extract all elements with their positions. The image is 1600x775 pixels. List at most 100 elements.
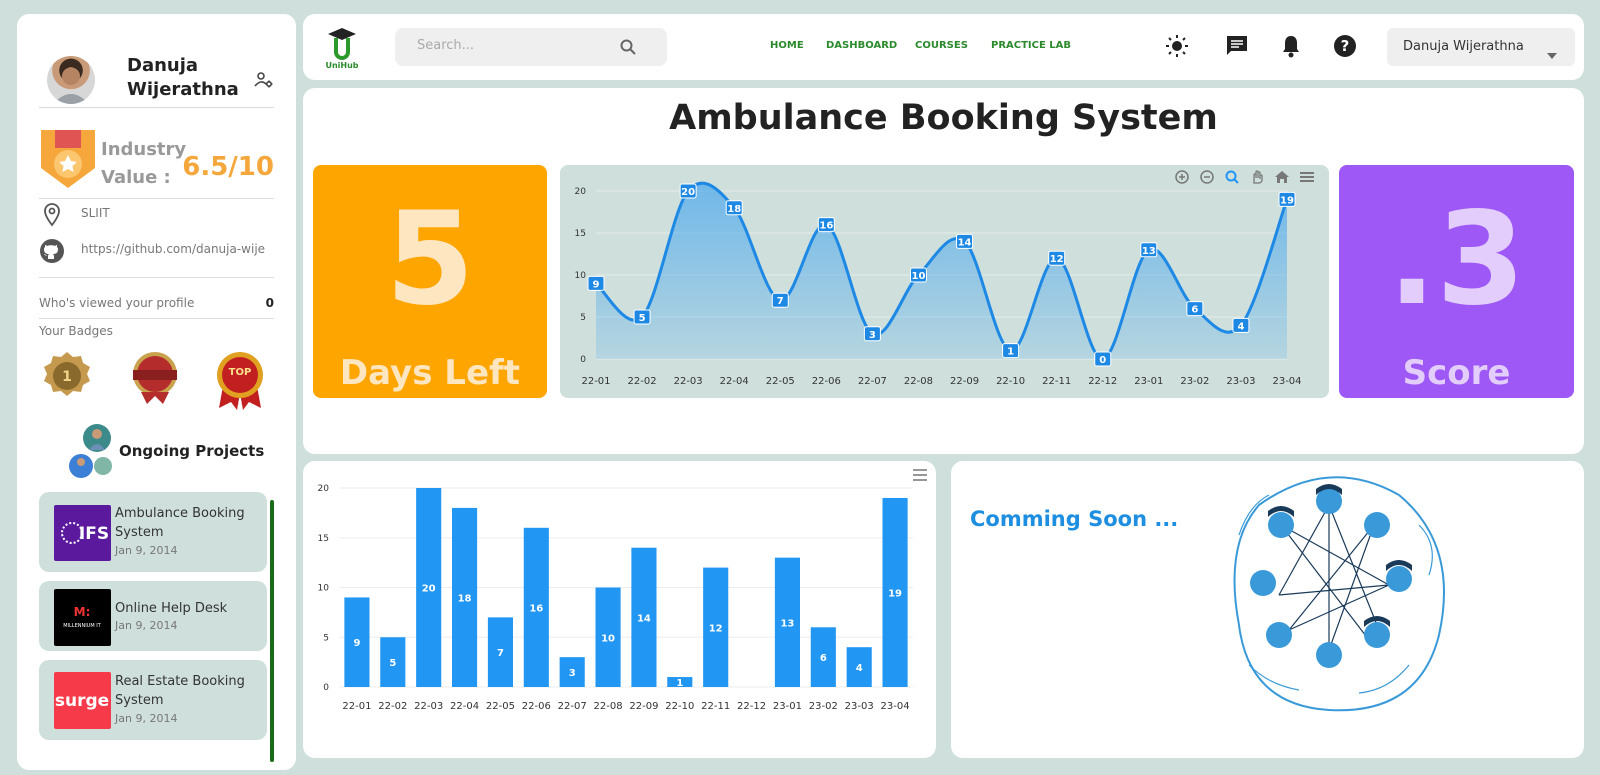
score-value: .3: [1387, 185, 1526, 334]
divider: [39, 277, 274, 278]
x-tick-label: 22-12: [1088, 376, 1117, 387]
nav-practice-lab[interactable]: PRACTICE LAB: [991, 40, 1071, 51]
selection-zoom-icon[interactable]: [1224, 169, 1240, 185]
github-row: https://github.com/danuja-wije: [39, 236, 274, 264]
excellence-badge[interactable]: [129, 350, 185, 412]
search-input[interactable]: [417, 38, 617, 53]
divider: [39, 318, 274, 319]
project-list-scrollbar[interactable]: [270, 500, 274, 762]
y-tick-label: 20: [318, 484, 330, 494]
x-tick-label: 22-05: [486, 701, 515, 712]
bar-label: 16: [529, 603, 543, 614]
bar-label: 14: [637, 613, 651, 624]
data-label: 6: [1191, 305, 1198, 316]
bar-label: 3: [569, 668, 576, 679]
profile-views-count: 0: [265, 296, 274, 310]
x-tick-label: 22-03: [674, 376, 703, 387]
people-network-illustration: [1219, 465, 1455, 715]
profile-views: Who's viewed your profile 0: [39, 296, 274, 310]
project-item-ambulance[interactable]: IFS Ambulance Booking System Jan 9, 2014: [39, 492, 267, 572]
bar-label: 7: [497, 648, 504, 659]
data-label: 7: [777, 296, 784, 307]
top-header: UniHub HOME DASHBOARD COURSES PRACTICE L…: [303, 14, 1584, 80]
project-date: Jan 9, 2014: [115, 712, 178, 725]
x-tick-label: 22-09: [950, 376, 979, 387]
zoom-in-icon[interactable]: [1174, 169, 1190, 185]
bar-label: 18: [458, 593, 472, 604]
nav-dashboard[interactable]: DASHBOARD: [826, 40, 897, 51]
github-link[interactable]: https://github.com/danuja-wije: [81, 242, 271, 256]
zoom-out-icon[interactable]: [1199, 169, 1215, 185]
bell-icon[interactable]: [1279, 34, 1303, 58]
bar-chart-panel: 0 5 10 15 20 9 22-01 5 22-02 20 22-03 18 22-04 7 22-05…: [303, 461, 936, 758]
svg-text:TOP: TOP: [229, 367, 252, 378]
top-service-badge[interactable]: TOP: [213, 350, 269, 412]
chart-menu-icon[interactable]: [912, 467, 928, 481]
millennium-it-logo-text: MILLENNIUM IT: [63, 623, 102, 629]
nav-home[interactable]: HOME: [770, 40, 804, 51]
profile-views-label: Who's viewed your profile: [39, 296, 195, 310]
y-tick-label: 5: [580, 313, 586, 323]
location-pin-icon: [39, 202, 65, 228]
data-label: 16: [819, 221, 833, 232]
bar-chart[interactable]: 0 5 10 15 20 9 22-01 5 22-02 20 22-03 18 22-04 7 22-05…: [303, 461, 936, 758]
y-tick-label: 20: [575, 187, 587, 197]
team-avatars-icon: [67, 422, 115, 480]
score-label: Score: [1402, 353, 1511, 393]
ifs-logo-text: IFS: [79, 524, 109, 544]
nav-courses[interactable]: COURSES: [915, 40, 968, 51]
x-tick-label: 23-04: [881, 701, 910, 712]
x-tick-label: 22-05: [766, 376, 795, 387]
unihub-logo[interactable]: UniHub: [325, 26, 359, 70]
user-gear-icon[interactable]: [254, 70, 274, 90]
location-row: SLIIT: [39, 200, 274, 228]
chart-menu-icon[interactable]: [1299, 169, 1315, 185]
bar-label: 4: [856, 663, 863, 674]
avatar[interactable]: [47, 56, 95, 104]
x-tick-label: 22-07: [858, 376, 887, 387]
chat-icon[interactable]: [1225, 34, 1249, 58]
chart-toolbar: [1170, 169, 1315, 187]
x-tick-label: 23-03: [1226, 376, 1255, 387]
x-tick-label: 22-12: [737, 701, 766, 712]
data-label: 12: [1050, 254, 1064, 265]
x-tick-label: 23-01: [1134, 376, 1163, 387]
area-fill: [596, 183, 1287, 360]
x-tick-label: 22-06: [812, 376, 841, 387]
data-label: 3: [869, 330, 876, 341]
project-item-helpdesk[interactable]: M: MILLENNIUM IT Online Help Desk Jan 9, …: [39, 581, 267, 651]
x-tick-label: 22-04: [720, 376, 749, 387]
x-tick-label: 22-03: [414, 701, 443, 712]
help-icon[interactable]: ?: [1333, 34, 1357, 58]
x-tick-label: 23-04: [1272, 376, 1301, 387]
project-item-real-estate[interactable]: surge Real Estate Booking System Jan 9, …: [39, 660, 267, 740]
project-name: Real Estate Booking System: [115, 674, 245, 708]
user-dropdown[interactable]: Danuja Wijerathna: [1387, 28, 1575, 66]
brightness-icon[interactable]: [1165, 34, 1189, 58]
reset-home-icon[interactable]: [1274, 169, 1290, 185]
coming-soon-text: Comming Soon ...: [970, 507, 1179, 531]
x-tick-label: 22-10: [996, 376, 1025, 387]
coming-soon-panel: Comming Soon ...: [951, 461, 1584, 758]
data-label: 4: [1237, 321, 1244, 332]
best-product-badge[interactable]: 1: [41, 350, 97, 412]
y-tick-label: 0: [580, 355, 586, 365]
medal-icon: [39, 130, 97, 192]
x-tick-label: 22-11: [701, 701, 730, 712]
github-icon: [39, 238, 65, 264]
score-card: .3 Score: [1339, 165, 1574, 398]
bar-label: 5: [389, 658, 396, 669]
industry-score: 6.5/10: [182, 152, 274, 182]
search-icon[interactable]: [619, 38, 637, 56]
project-overview: Ambulance Booking System 5 Days Left 0 5 1…: [303, 88, 1584, 454]
ongoing-projects-title: Ongoing Projects: [119, 442, 265, 460]
x-tick-label: 22-01: [342, 701, 371, 712]
x-tick-label: 22-02: [628, 376, 657, 387]
search-box[interactable]: [395, 28, 667, 66]
pan-hand-icon[interactable]: [1249, 169, 1265, 185]
logo-text: UniHub: [325, 61, 358, 70]
area-chart[interactable]: 05101520922-01522-022022-031822-04722-05…: [560, 165, 1329, 398]
data-label: 0: [1099, 355, 1106, 366]
y-tick-label: 5: [323, 633, 329, 643]
millennium-it-logo: M: MILLENNIUM IT: [54, 589, 111, 646]
